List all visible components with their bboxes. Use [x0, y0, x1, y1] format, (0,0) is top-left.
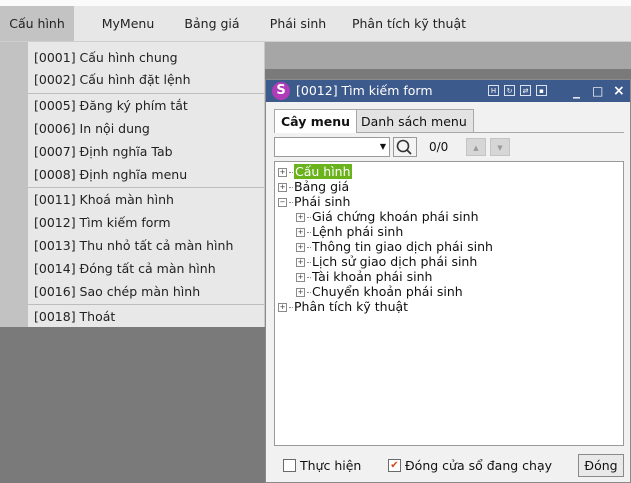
refresh-icon[interactable]: ↻: [504, 85, 515, 96]
close-window-button[interactable]: ×: [613, 80, 625, 102]
previous-result-button[interactable]: ▲: [466, 138, 486, 156]
menu-tree: + Cấu hình + Bảng giá − Phái sinh + Giá chứn…: [274, 161, 624, 446]
dropdown-item-0001[interactable]: [0001] Cấu hình chung: [28, 47, 264, 69]
expand-icon[interactable]: +: [296, 273, 305, 282]
expand-icon[interactable]: +: [296, 288, 305, 297]
tree-node-label: Phái sinh: [294, 194, 351, 209]
dock-icon[interactable]: ⇄: [520, 85, 531, 96]
tree-node[interactable]: + Lịch sử giao dịch phái sinh: [296, 254, 477, 269]
dropdown-item-0013[interactable]: [0013] Thu nhỏ tất cả màn hình: [28, 235, 264, 257]
tree-node-label: Lịch sử giao dịch phái sinh: [312, 254, 478, 269]
search-form-window: S [0012] Tìm kiếm form H ↻ ⇄ ▪ _ □ × Cây…: [265, 79, 631, 483]
search-button[interactable]: [393, 137, 417, 157]
tree-node[interactable]: + Giá chứng khoán phái sinh: [296, 209, 479, 224]
next-result-button[interactable]: ▼: [490, 138, 510, 156]
tree-node[interactable]: + Bảng giá: [278, 179, 349, 194]
dropdown-item-0007[interactable]: [0007] Định nghĩa Tab: [28, 141, 264, 163]
tree-node-label: Tài khoản phái sinh: [312, 269, 433, 284]
expand-icon[interactable]: +: [296, 213, 305, 222]
layout-icon[interactable]: ▪: [536, 85, 547, 96]
expand-icon[interactable]: +: [296, 228, 305, 237]
dropdown-item-0012[interactable]: [0012] Tìm kiếm form: [28, 212, 264, 234]
tab-danh-sach-menu[interactable]: Danh sách menu: [354, 109, 474, 132]
dropdown-separator: [28, 304, 264, 305]
tree-node[interactable]: + Phân tích kỹ thuật: [278, 299, 408, 314]
close-on-run-checkbox[interactable]: ✔: [388, 459, 401, 472]
dropdown-item-0008[interactable]: [0008] Định nghĩa menu: [28, 164, 264, 186]
dropdown-item-0011[interactable]: [0011] Khoá màn hình: [28, 189, 264, 211]
dropdown-item-0002[interactable]: [0002] Cấu hình đặt lệnh: [28, 69, 264, 91]
app-logo-icon: S: [272, 82, 290, 100]
checkmark-icon: ✔: [390, 460, 399, 471]
dropdown-item-0018[interactable]: [0018] Thoát: [28, 306, 264, 328]
menubar: Cấu hình MyMenu Bảng giá Phái sinh Phân …: [0, 6, 631, 42]
dropdown-item-0014[interactable]: [0014] Đóng tất cả màn hình: [28, 258, 264, 280]
close-button[interactable]: Đóng: [578, 454, 624, 477]
pin-icon[interactable]: H: [488, 85, 499, 96]
dropdown-separator: [28, 93, 264, 94]
search-icon: [396, 139, 412, 155]
execute-label: Thực hiện: [300, 458, 362, 473]
expand-icon[interactable]: +: [278, 183, 287, 192]
tree-node-label: Bảng giá: [294, 179, 350, 194]
search-combo[interactable]: ▼: [274, 137, 390, 157]
minimize-button[interactable]: _: [573, 80, 580, 102]
toolbar-strip: [265, 42, 631, 69]
chevron-down-icon[interactable]: ▼: [380, 138, 386, 156]
tree-node-label: Lệnh phái sinh: [312, 224, 404, 239]
window-titlebar[interactable]: S [0012] Tìm kiếm form H ↻ ⇄ ▪ _ □ ×: [266, 80, 630, 102]
expand-icon[interactable]: +: [296, 258, 305, 267]
menu-phai-sinh[interactable]: Phái sinh: [262, 6, 334, 41]
tab-cay-menu[interactable]: Cây menu: [274, 109, 358, 133]
tree-node[interactable]: + Tài khoản phái sinh: [296, 269, 432, 284]
dropdown-gutter: [0, 42, 28, 327]
dropdown-item-0006[interactable]: [0006] In nội dung: [28, 118, 264, 140]
dropdown-item-0016[interactable]: [0016] Sao chép màn hình: [28, 281, 264, 303]
menu-mymenu[interactable]: MyMenu: [92, 6, 164, 41]
dropdown-separator: [28, 187, 264, 188]
close-on-run-label: Đóng cửa sổ đang chạy: [405, 458, 553, 473]
tree-node[interactable]: + Chuyển khoản phái sinh: [296, 284, 463, 299]
tree-node[interactable]: + Thông tin giao dịch phái sinh: [296, 239, 493, 254]
menu-phan-tich-ky-thuat[interactable]: Phân tích kỹ thuật: [344, 6, 474, 41]
dropdown-item-0005[interactable]: [0005] Đăng ký phím tắt: [28, 95, 264, 117]
expand-icon[interactable]: +: [296, 243, 305, 252]
expand-icon[interactable]: +: [278, 168, 287, 177]
cau-hinh-dropdown: [0001] Cấu hình chung [0002] Cấu hình đặ…: [0, 42, 265, 327]
tree-node-label: Chuyển khoản phái sinh: [312, 284, 463, 299]
tree-node[interactable]: + Cấu hình: [278, 164, 352, 179]
tree-node[interactable]: − Phái sinh: [278, 194, 350, 209]
result-count: 0/0: [429, 140, 449, 154]
expand-icon[interactable]: +: [278, 303, 287, 312]
collapse-icon[interactable]: −: [278, 198, 287, 207]
tree-node-label: Thông tin giao dịch phái sinh: [312, 239, 493, 254]
tree-node-label: Giá chứng khoán phái sinh: [312, 209, 479, 224]
menu-cau-hinh[interactable]: Cấu hình: [0, 6, 74, 41]
maximize-button[interactable]: □: [592, 80, 603, 102]
execute-checkbox[interactable]: [283, 459, 296, 472]
window-title: [0012] Tìm kiếm form: [296, 83, 433, 98]
menu-bang-gia[interactable]: Bảng giá: [172, 6, 252, 41]
tree-node[interactable]: + Lệnh phái sinh: [296, 224, 403, 239]
tree-node-label: Cấu hình: [294, 164, 352, 179]
tree-node-label: Phân tích kỹ thuật: [294, 299, 409, 314]
